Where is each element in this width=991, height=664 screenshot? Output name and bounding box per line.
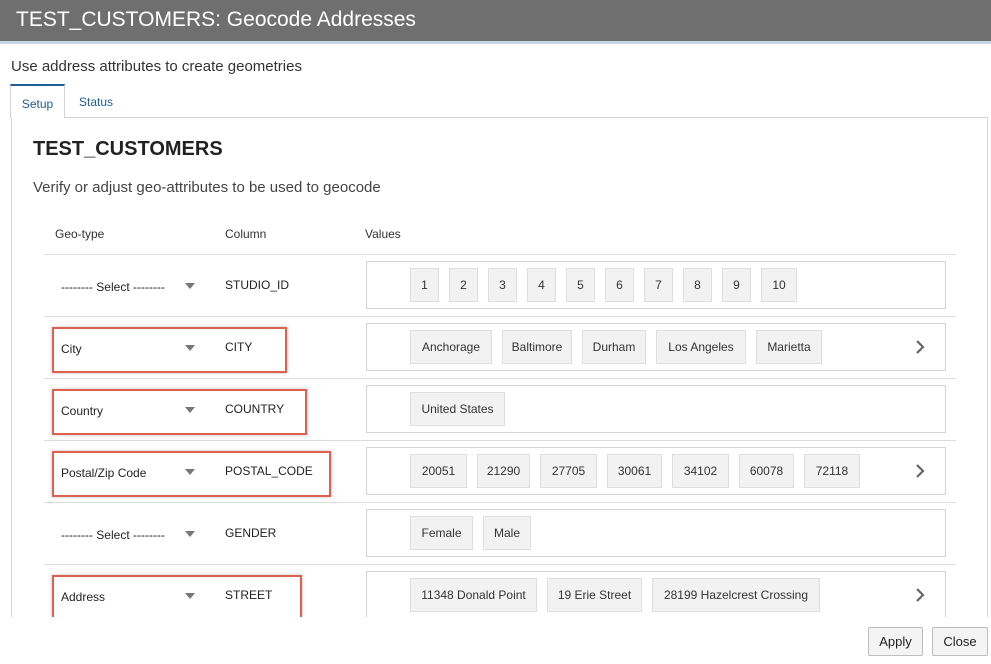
- value-chip: United States: [410, 392, 505, 426]
- value-chip: 20051: [410, 454, 467, 488]
- panel-title: TEST_CUSTOMERS: [33, 138, 223, 160]
- caret-down-icon: [185, 593, 195, 599]
- values-box: Female Male: [366, 509, 946, 557]
- table-row: -------- Select -------- STUDIO_ID 1 2 3 4 5 6 7…: [44, 254, 956, 316]
- dialog-titlebar: TEST_CUSTOMERS: Geocode Addresses: [0, 0, 991, 44]
- column-name: STREET: [225, 588, 273, 602]
- table-row: -------- Select -------- GENDER Female Male: [44, 502, 956, 564]
- column-name: GENDER: [225, 526, 277, 540]
- geo-type-value: -------- Select --------: [61, 280, 165, 294]
- value-chip: Durham: [582, 330, 646, 364]
- geo-attribute-table: -------- Select -------- STUDIO_ID 1 2 3 4 5 6 7…: [44, 254, 956, 617]
- value-chip: 4: [527, 268, 556, 302]
- geo-type-value: Country: [61, 404, 104, 418]
- value-chip: 28199 Hazelcrest Crossing: [652, 578, 820, 612]
- geo-type-select[interactable]: -------- Select --------: [51, 519, 199, 549]
- value-chip: 72118: [804, 454, 860, 488]
- apply-button[interactable]: Apply: [868, 627, 923, 656]
- value-chip: 1: [410, 268, 439, 302]
- value-chip: 3: [488, 268, 517, 302]
- value-chip: 8: [683, 268, 712, 302]
- close-button[interactable]: Close: [932, 627, 988, 656]
- value-chip: Los Angeles: [656, 330, 746, 364]
- caret-down-icon: [185, 407, 195, 413]
- values-box: 1 2 3 4 5 6 7 8 9 10: [366, 261, 946, 309]
- value-chip: 6: [605, 268, 634, 302]
- caret-down-icon: [185, 469, 195, 475]
- table-row: City CITY Anchorage Baltimore Durham Los Ange…: [44, 316, 956, 378]
- value-chip: 10: [761, 268, 797, 302]
- value-chip: Baltimore: [502, 330, 572, 364]
- table-row: Country COUNTRY United States: [44, 378, 956, 440]
- chevron-right-icon[interactable]: [913, 463, 927, 479]
- setup-panel: TEST_CUSTOMERS Verify or adjust geo-attr…: [11, 117, 988, 617]
- geo-type-value: Postal/Zip Code: [61, 466, 147, 480]
- value-chip: 19 Erie Street: [547, 578, 642, 612]
- geo-type-select[interactable]: City: [51, 333, 199, 363]
- values-box: United States: [366, 385, 946, 433]
- value-chip: 27705: [540, 454, 597, 488]
- chevron-right-icon[interactable]: [913, 587, 927, 603]
- caret-down-icon: [185, 283, 195, 289]
- value-chip: 30061: [607, 454, 662, 488]
- dialog-title: TEST_CUSTOMERS: Geocode Addresses: [16, 8, 416, 31]
- value-chip: 21290: [477, 454, 530, 488]
- geo-type-value: -------- Select --------: [61, 528, 165, 542]
- values-box: 20051 21290 27705 30061 34102 60078 72118: [366, 447, 946, 495]
- column-name: STUDIO_ID: [225, 278, 290, 292]
- column-name: COUNTRY: [225, 402, 285, 416]
- geo-type-value: Address: [61, 590, 106, 604]
- value-chip: 60078: [739, 454, 794, 488]
- tab-status[interactable]: Status: [68, 84, 124, 118]
- header-values: Values: [365, 227, 401, 241]
- value-chip: 34102: [672, 454, 729, 488]
- value-chip: 2: [449, 268, 478, 302]
- panel-description: Verify or adjust geo-attributes to be us…: [33, 179, 381, 196]
- geo-type-select[interactable]: Postal/Zip Code: [51, 457, 199, 487]
- values-box: Anchorage Baltimore Durham Los Angeles Marie…: [366, 323, 946, 371]
- geo-type-select[interactable]: Country: [51, 395, 199, 425]
- caret-down-icon: [185, 345, 195, 351]
- value-chip: 7: [644, 268, 673, 302]
- geo-type-select[interactable]: -------- Select --------: [51, 271, 199, 301]
- header-column: Column: [225, 227, 267, 241]
- value-chip: 9: [722, 268, 751, 302]
- geo-type-value: City: [61, 342, 82, 356]
- value-chip: Marietta: [756, 330, 822, 364]
- column-name: POSTAL_CODE: [225, 464, 313, 478]
- table-row: Address STREET 11348 Donald Point 19 Erie S…: [44, 564, 956, 617]
- tab-setup[interactable]: Setup: [10, 84, 65, 118]
- header-geo-type: Geo-type: [55, 227, 105, 241]
- dialog-subtitle: Use address attributes to create geometr…: [11, 58, 302, 75]
- table-row: Postal/Zip Code POSTAL_CODE 20051 21290 2770…: [44, 440, 956, 502]
- geo-type-select[interactable]: Address: [51, 581, 199, 611]
- value-chip: Female: [410, 516, 473, 550]
- value-chip: Anchorage: [410, 330, 492, 364]
- value-chip: 11348 Donald Point: [410, 578, 537, 612]
- dialog-footer: Apply Close: [0, 617, 991, 664]
- value-chip: 5: [566, 268, 595, 302]
- caret-down-icon: [185, 531, 195, 537]
- value-chip: Male: [483, 516, 531, 550]
- values-box: 11348 Donald Point 19 Erie Street 28199 Ha…: [366, 571, 946, 617]
- chevron-right-icon[interactable]: [913, 339, 927, 355]
- column-name: CITY: [225, 340, 253, 354]
